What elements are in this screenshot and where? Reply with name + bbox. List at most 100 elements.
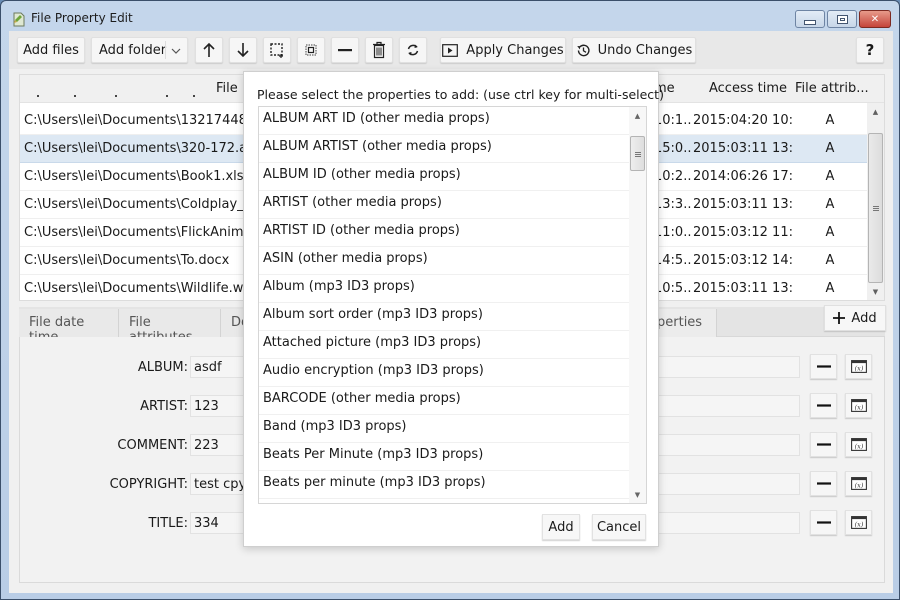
list-item[interactable]: Attached picture (mp3 ID3 props) [259, 331, 629, 359]
insert-variable-button[interactable]: (x) [845, 393, 872, 418]
remove-property-button[interactable] [810, 471, 837, 496]
remove-icon [338, 49, 352, 52]
list-item[interactable]: BARCODE (other media props) [259, 387, 629, 415]
header-file-attributes[interactable]: File attrib... [795, 81, 869, 96]
apply-changes-button[interactable]: Apply Changes [440, 37, 566, 63]
variable-icon: (x) [850, 438, 867, 451]
table-scrollbar[interactable]: ▲ ▼ [867, 103, 884, 300]
insert-variable-button[interactable]: (x) [845, 510, 872, 535]
close-button[interactable]: ✕ [859, 10, 891, 28]
cell-attr: A [825, 113, 835, 128]
property-label: COPYRIGHT: [109, 477, 188, 492]
select-all-icon [270, 43, 283, 58]
list-item[interactable]: Beats Per Minute (mp3 ID3 props) [259, 443, 629, 471]
select-all-button[interactable] [263, 37, 291, 63]
list-item[interactable]: Album (mp3 ID3 props) [259, 275, 629, 303]
cell-path: C:\Users\lei\Documents\132174489.m [24, 113, 244, 128]
delete-button[interactable] [365, 37, 393, 63]
cell-attr: A [825, 253, 835, 268]
svg-text:(x): (x) [854, 443, 863, 451]
grip-icon [873, 206, 879, 211]
list-item[interactable]: Band (mp3 ID3 props) [259, 415, 629, 443]
cell-modified: 10:2... [654, 169, 692, 184]
cell-access: 2014:06:26 17:1... [693, 169, 793, 184]
list-item[interactable]: Beats per minute (mp3 ID3 props) [259, 471, 629, 499]
undo-changes-label: Undo Changes [597, 42, 693, 58]
property-label: ALBUM: [137, 360, 188, 375]
insert-variable-button[interactable]: (x) [845, 471, 872, 496]
variable-icon: (x) [850, 399, 867, 412]
cell-path: C:\Users\lei\Documents\Book1.xlsx [24, 169, 244, 184]
listbox-scrollbar[interactable]: ▲ ▼ [629, 107, 646, 503]
dialog-prompt: Please select the properties to add: (us… [257, 87, 664, 102]
dialog-cancel-button[interactable]: Cancel [592, 514, 646, 540]
select-none-button[interactable] [297, 37, 325, 63]
cell-access: 2015:03:12 14:5... [693, 253, 793, 268]
maximize-button[interactable] [827, 10, 857, 28]
scroll-down-arrow-icon[interactable]: ▼ [867, 283, 884, 300]
add-property-button[interactable]: Add [824, 305, 886, 331]
header-access-time[interactable]: Access time [709, 81, 787, 96]
properties-listbox[interactable]: ALBUM ART ID (other media props) ALBUM A… [258, 106, 647, 504]
tab-file-attributes[interactable]: File attributes [119, 309, 221, 345]
add-files-button[interactable]: Add files [17, 37, 85, 63]
add-folder-label: Add folder [99, 42, 167, 58]
plus-icon [833, 312, 846, 324]
scroll-down-arrow-icon[interactable]: ▼ [629, 486, 646, 503]
list-item[interactable]: ALBUM ARTIST (other media props) [259, 135, 629, 163]
cell-access: 2015:03:11 13:2... [693, 197, 793, 212]
chevron-down-icon[interactable] [170, 47, 182, 55]
cell-modified: 13:3... [654, 197, 692, 212]
remove-property-button[interactable] [810, 510, 837, 535]
list-item[interactable]: ARTIST (other media props) [259, 191, 629, 219]
remove-property-button[interactable] [810, 432, 837, 457]
undo-changes-button[interactable]: Undo Changes [572, 37, 696, 63]
remove-property-button[interactable] [810, 354, 837, 379]
remove-button[interactable] [331, 37, 359, 63]
svg-text:(x): (x) [854, 521, 863, 529]
cell-modified: 14:5... [654, 253, 692, 268]
list-item[interactable]: ALBUM ART ID (other media props) [259, 107, 629, 135]
cell-modified: 11:0... [654, 225, 692, 240]
list-item[interactable]: Album sort order (mp3 ID3 props) [259, 303, 629, 331]
help-label: ? [865, 41, 875, 59]
header-resize-handles[interactable] [20, 95, 220, 99]
property-label: TITLE: [148, 516, 188, 531]
move-down-button[interactable] [229, 37, 257, 63]
insert-variable-button[interactable]: (x) [845, 354, 872, 379]
scroll-up-arrow-icon[interactable]: ▲ [629, 107, 646, 124]
minimize-button[interactable] [795, 10, 825, 28]
scrollbar-thumb[interactable] [868, 133, 883, 283]
svg-text:(x): (x) [854, 404, 863, 412]
add-property-label: Add [851, 310, 877, 326]
list-item[interactable]: ARTIST ID (other media props) [259, 219, 629, 247]
list-item[interactable]: ALBUM ID (other media props) [259, 163, 629, 191]
history-icon [576, 44, 590, 56]
move-up-button[interactable] [195, 37, 223, 63]
property-label: ARTIST: [140, 399, 188, 414]
tab-file-date-time[interactable]: File date time [19, 309, 119, 345]
refresh-button[interactable] [399, 37, 427, 63]
window-title: File Property Edit [31, 11, 133, 25]
scrollbar-thumb[interactable] [630, 136, 645, 171]
variable-icon: (x) [850, 516, 867, 529]
play-icon [442, 43, 459, 57]
list-item[interactable]: Audio encryption (mp3 ID3 props) [259, 359, 629, 387]
variable-icon: (x) [850, 360, 867, 373]
maximize-icon [828, 11, 856, 27]
cell-access: 2015:04:20 10:1... [693, 113, 793, 128]
variable-icon: (x) [850, 477, 867, 490]
list-item[interactable]: ASIN (other media props) [259, 247, 629, 275]
scroll-up-arrow-icon[interactable]: ▲ [867, 103, 884, 120]
cell-path: C:\Users\lei\Documents\Wildlife.wmv [24, 281, 244, 296]
remove-property-button[interactable] [810, 393, 837, 418]
dialog-add-button[interactable]: Add [542, 514, 580, 540]
insert-variable-button[interactable]: (x) [845, 432, 872, 457]
cell-attr: A [825, 197, 835, 212]
minus-icon [816, 404, 831, 407]
cell-access: 2015:03:11 13:3... [693, 141, 793, 156]
add-properties-dialog: Please select the properties to add: (us… [243, 71, 664, 547]
tab-label: perties [657, 315, 703, 330]
add-folder-button[interactable]: Add folder [91, 37, 188, 63]
help-button[interactable]: ? [856, 37, 884, 63]
